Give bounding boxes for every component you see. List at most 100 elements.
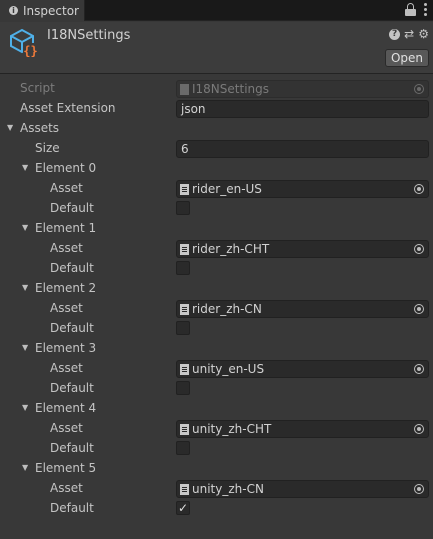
element-foldout-icon[interactable]: ▼	[22, 278, 28, 298]
assets-row[interactable]: ▼ Assets	[0, 118, 433, 138]
element-asset-label: Asset	[50, 181, 83, 195]
size-input[interactable]: 6	[176, 140, 429, 158]
text-asset-icon	[180, 243, 189, 255]
element-default-label: Default	[50, 201, 94, 215]
default-checkbox[interactable]	[176, 321, 190, 335]
size-row: Size 6	[0, 138, 433, 158]
element-asset-row: Asset unity_zh-CHT	[0, 418, 433, 438]
default-checkbox[interactable]	[176, 381, 190, 395]
script-field: I18NSettings	[176, 80, 429, 98]
element-default-row: Default	[0, 378, 433, 398]
script-row: Script I18NSettings	[0, 78, 433, 98]
element-asset-label: Asset	[50, 301, 83, 315]
svg-text:{}: {}	[23, 44, 37, 58]
gear-icon[interactable]: ⚙	[418, 28, 429, 40]
element-asset-value: rider_zh-CN	[192, 302, 262, 316]
text-asset-icon	[180, 483, 189, 495]
element-default-row: Default	[0, 438, 433, 458]
element-asset-value: unity_en-US	[192, 362, 265, 376]
element-default-label: Default	[50, 441, 94, 455]
tab-tools	[405, 3, 427, 16]
tab-inspector[interactable]: i Inspector	[0, 0, 85, 21]
object-picker-icon[interactable]	[414, 244, 424, 254]
assets-label: Assets	[20, 121, 60, 135]
text-asset-icon	[180, 363, 189, 375]
script-value: I18NSettings	[192, 82, 270, 96]
default-checkbox[interactable]: ✓	[176, 501, 190, 515]
default-checkbox[interactable]	[176, 441, 190, 455]
object-picker-icon[interactable]	[414, 304, 424, 314]
presets-icon[interactable]: ⇄	[404, 28, 414, 40]
scriptable-object-icon: {}	[10, 28, 38, 58]
object-picker-icon[interactable]	[414, 484, 424, 494]
text-asset-icon	[180, 183, 189, 195]
element-default-row: Default ✓	[0, 498, 433, 518]
inspector-header: {} I18NSettings ? ⇄ ⚙ Open	[0, 22, 433, 74]
element-default-label: Default	[50, 321, 94, 335]
elements-list: ▼ Element 0 Asset rider_en-US Default ▼ …	[0, 158, 433, 518]
element-asset-row: Asset unity_en-US	[0, 358, 433, 378]
open-button[interactable]: Open	[385, 49, 429, 67]
size-label: Size	[35, 141, 60, 155]
object-picker-icon[interactable]	[414, 184, 424, 194]
element-asset-field[interactable]: rider_zh-CN	[176, 300, 429, 318]
property-list: Script I18NSettings Asset Extension json…	[0, 78, 433, 518]
element-label: Element 3	[35, 341, 97, 355]
element-label: Element 2	[35, 281, 97, 295]
element-default-label: Default	[50, 381, 94, 395]
element-foldout-row[interactable]: ▼ Element 3	[0, 338, 433, 358]
element-default-label: Default	[50, 261, 94, 275]
element-foldout-row[interactable]: ▼ Element 1	[0, 218, 433, 238]
element-asset-field[interactable]: unity_en-US	[176, 360, 429, 378]
object-picker-icon[interactable]	[414, 364, 424, 374]
tab-title: Inspector	[23, 3, 79, 18]
element-default-row: Default	[0, 258, 433, 278]
default-checkbox[interactable]	[176, 201, 190, 215]
element-asset-row: Asset rider_en-US	[0, 178, 433, 198]
element-label: Element 1	[35, 221, 97, 235]
assets-foldout-icon[interactable]: ▼	[7, 118, 13, 138]
element-foldout-row[interactable]: ▼ Element 4	[0, 398, 433, 418]
asset-extension-input[interactable]: json	[176, 100, 429, 118]
element-foldout-icon[interactable]: ▼	[22, 398, 28, 418]
element-asset-field[interactable]: unity_zh-CN	[176, 480, 429, 498]
element-foldout-icon[interactable]: ▼	[22, 158, 28, 178]
element-asset-field[interactable]: rider_en-US	[176, 180, 429, 198]
element-foldout-icon[interactable]: ▼	[22, 458, 28, 478]
element-default-label: Default	[50, 501, 94, 515]
script-label: Script	[20, 81, 55, 95]
header-tools: ? ⇄ ⚙	[389, 28, 429, 40]
script-file-icon	[180, 83, 189, 95]
element-asset-label: Asset	[50, 361, 83, 375]
element-asset-row: Asset rider_zh-CN	[0, 298, 433, 318]
lock-icon[interactable]	[405, 3, 416, 16]
element-label: Element 4	[35, 401, 97, 415]
element-default-row: Default	[0, 318, 433, 338]
text-asset-icon	[180, 303, 189, 315]
element-asset-field[interactable]: unity_zh-CHT	[176, 420, 429, 438]
asset-extension-label: Asset Extension	[20, 101, 116, 115]
element-foldout-row[interactable]: ▼ Element 2	[0, 278, 433, 298]
element-asset-label: Asset	[50, 481, 83, 495]
element-foldout-row[interactable]: ▼ Element 5	[0, 458, 433, 478]
info-icon: i	[9, 6, 18, 15]
element-default-row: Default	[0, 198, 433, 218]
element-asset-value: unity_zh-CN	[192, 482, 264, 496]
default-checkbox[interactable]	[176, 261, 190, 275]
help-icon[interactable]: ?	[389, 28, 401, 40]
asset-title: I18NSettings	[47, 28, 131, 43]
more-options-icon[interactable]	[424, 3, 427, 16]
element-asset-field[interactable]: rider_zh-CHT	[176, 240, 429, 258]
element-foldout-icon[interactable]: ▼	[22, 338, 28, 358]
element-label: Element 0	[35, 161, 97, 175]
object-picker-icon[interactable]	[414, 424, 424, 434]
element-asset-value: unity_zh-CHT	[192, 422, 272, 436]
element-asset-row: Asset unity_zh-CN	[0, 478, 433, 498]
element-foldout-icon[interactable]: ▼	[22, 218, 28, 238]
text-asset-icon	[180, 423, 189, 435]
asset-extension-row: Asset Extension json	[0, 98, 433, 118]
element-asset-label: Asset	[50, 421, 83, 435]
element-asset-value: rider_en-US	[192, 182, 262, 196]
tab-bar: i Inspector	[0, 0, 433, 21]
element-foldout-row[interactable]: ▼ Element 0	[0, 158, 433, 178]
